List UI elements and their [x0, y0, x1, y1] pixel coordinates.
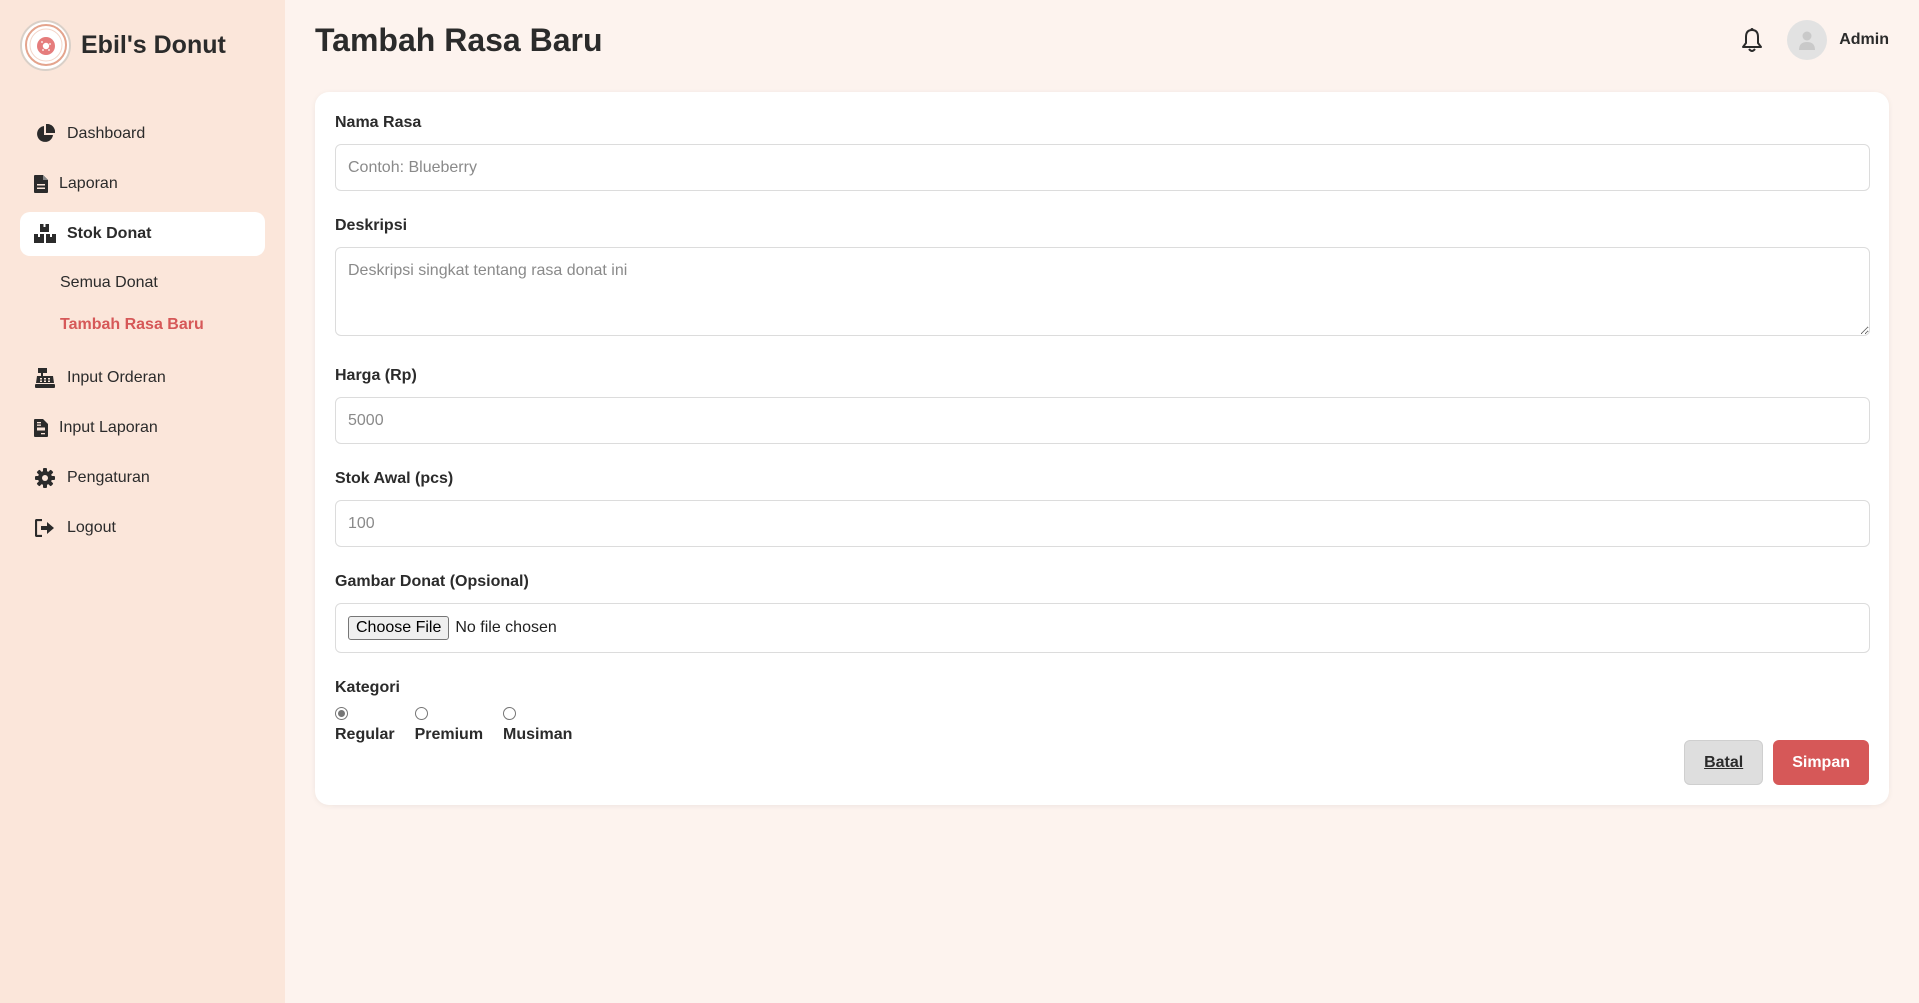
sidebar-item-input-laporan[interactable]: Input Laporan	[20, 406, 265, 450]
form-card: Nama Rasa Deskripsi Harga (Rp) Stok Awal…	[315, 92, 1889, 805]
radio-button[interactable]	[414, 707, 428, 720]
cash-register-icon	[34, 367, 56, 389]
label-nama-rasa: Nama Rasa	[335, 114, 422, 131]
sidebar-item-label: Laporan	[59, 175, 118, 192]
sidebar: Ebil's Donut Dashboard Laporan Stok Dona…	[0, 0, 285, 1003]
field-stok-awal: Stok Awal (pcs)	[335, 470, 1870, 547]
harga-input[interactable]	[335, 397, 1870, 444]
bell-icon[interactable]	[1739, 27, 1765, 53]
brand-name: Ebil's Donut	[81, 30, 226, 59]
field-harga: Harga (Rp)	[335, 367, 1870, 444]
user-name: Admin	[1839, 31, 1889, 48]
sidebar-item-label: Input Orderan	[67, 369, 166, 386]
label-deskripsi: Deskripsi	[335, 217, 408, 234]
radio-premium[interactable]: Premium	[414, 707, 484, 744]
logout-icon	[34, 517, 56, 539]
sidebar-item-label: Stok Donat	[67, 225, 152, 242]
sidebar-item-logout[interactable]: Logout	[20, 506, 265, 550]
sidebar-item-stok-donat[interactable]: Stok Donat	[20, 212, 265, 256]
user-menu[interactable]: Admin	[1787, 20, 1889, 60]
sidebar-item-label: Dashboard	[67, 125, 146, 142]
file-invoice-icon	[34, 417, 48, 439]
field-gambar: Gambar Donat (Opsional) Choose File No f…	[335, 573, 1870, 653]
file-status: No file chosen	[455, 619, 557, 636]
sidebar-item-label: Pengaturan	[67, 469, 150, 486]
field-deskripsi: Deskripsi	[335, 217, 1870, 341]
stok-awal-input[interactable]	[335, 500, 1870, 547]
label-stok-awal: Stok Awal (pcs)	[335, 470, 454, 487]
sidebar-submenu: Semua Donat Tambah Rasa Baru	[20, 262, 265, 346]
sidebar-subitem-tambah-rasa-baru[interactable]: Tambah Rasa Baru	[20, 304, 265, 346]
radio-label: Musiman	[503, 726, 573, 743]
kategori-radio-group: Regular Premium Musiman	[335, 707, 1869, 744]
choose-file-button[interactable]: Choose File	[348, 616, 450, 640]
label-kategori: Kategori	[335, 679, 400, 696]
radio-label: Premium	[414, 726, 484, 743]
sidebar-item-dashboard[interactable]: Dashboard	[20, 112, 265, 156]
field-nama-rasa: Nama Rasa	[335, 114, 1870, 191]
nama-rasa-input[interactable]	[335, 144, 1870, 191]
file-upload: Choose File No file chosen	[335, 603, 1870, 653]
deskripsi-textarea[interactable]	[335, 247, 1870, 336]
header-actions: Admin	[1739, 20, 1889, 60]
radio-musiman[interactable]: Musiman	[503, 707, 572, 744]
brand-logo-icon	[20, 19, 71, 71]
form-actions: Batal Simpan	[1684, 740, 1869, 785]
label-gambar: Gambar Donat (Opsional)	[335, 573, 529, 590]
cancel-button[interactable]: Batal	[1684, 740, 1764, 785]
sidebar-item-input-orderan[interactable]: Input Orderan	[20, 356, 265, 400]
radio-regular[interactable]: Regular	[335, 707, 395, 744]
page-title: Tambah Rasa Baru	[315, 22, 603, 58]
sidebar-item-label: Logout	[67, 519, 116, 536]
radio-button[interactable]	[335, 707, 348, 720]
sidebar-item-label: Input Laporan	[59, 419, 158, 436]
sidebar-subitem-semua-donat[interactable]: Semua Donat	[20, 262, 265, 304]
file-icon	[34, 173, 48, 195]
brand[interactable]: Ebil's Donut	[20, 18, 265, 72]
boxes-icon	[34, 223, 56, 245]
radio-button[interactable]	[503, 707, 517, 720]
sidebar-item-laporan[interactable]: Laporan	[20, 162, 265, 206]
gear-icon	[34, 467, 56, 489]
save-button[interactable]: Simpan	[1773, 740, 1869, 785]
radio-label: Regular	[335, 726, 395, 743]
field-kategori: Kategori Regular Premium Musiman	[335, 679, 1869, 744]
label-harga: Harga (Rp)	[335, 367, 417, 384]
sidebar-item-pengaturan[interactable]: Pengaturan	[20, 456, 265, 500]
pie-chart-icon	[34, 123, 56, 145]
avatar	[1787, 20, 1828, 60]
